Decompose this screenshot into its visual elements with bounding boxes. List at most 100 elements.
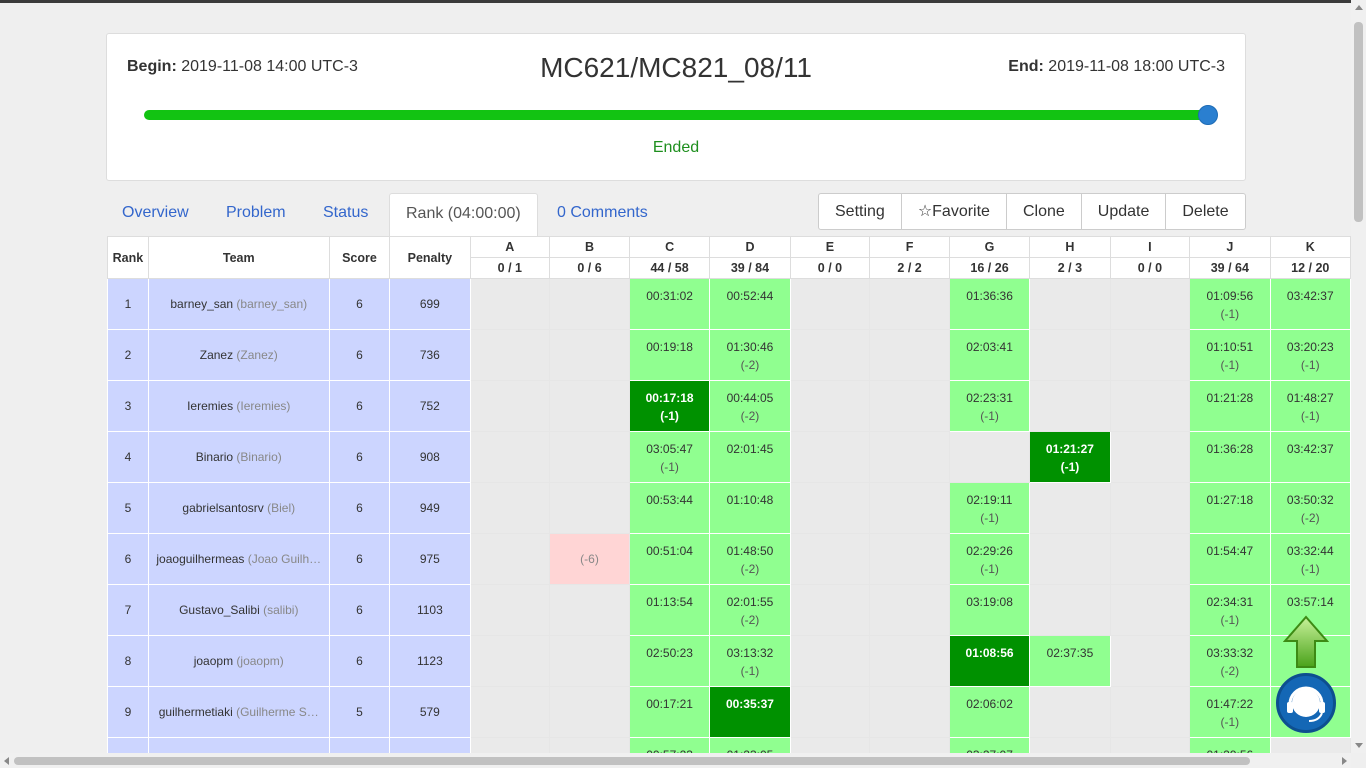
problem-cell-b xyxy=(549,635,630,687)
team-nickname: (Zanez) xyxy=(236,348,278,362)
score-cell: 6 xyxy=(328,431,391,483)
problem-cell-f xyxy=(869,482,950,534)
solve-time: 02:19:11 xyxy=(966,493,1013,507)
problem-cell-i xyxy=(1109,584,1191,636)
rank-table-container[interactable]: Rank Team Score Penalty A B C D E F G H I J K 0 / 10 / … xyxy=(107,236,1351,756)
team-cell[interactable]: guilhermetiaki (Guilherme S… xyxy=(147,686,330,738)
solve-time: 01:09:56 xyxy=(1206,289,1254,303)
progress-slider-handle[interactable] xyxy=(1198,105,1218,125)
problem-cell-c: 02:50:23 xyxy=(628,635,711,687)
problem-header-b[interactable]: B xyxy=(549,236,630,258)
solve-time: 03:32:44 xyxy=(1286,544,1334,558)
problem-cell-b xyxy=(549,329,630,381)
problem-cell-b xyxy=(549,482,630,534)
score-cell: 6 xyxy=(328,380,391,432)
problem-header-f[interactable]: F xyxy=(869,236,950,258)
team-cell[interactable]: Gustavo_Salibi (salibi) xyxy=(147,584,330,636)
problem-header-h[interactable]: H xyxy=(1029,236,1111,258)
solve-time: 00:17:21 xyxy=(646,697,693,711)
team-cell[interactable]: Zanez (Zanez) xyxy=(147,329,330,381)
problem-header-d[interactable]: D xyxy=(709,236,791,258)
horizontal-scroll-thumb[interactable] xyxy=(14,757,1250,765)
problem-header-g[interactable]: G xyxy=(948,236,1031,258)
vertical-scrollbar[interactable] xyxy=(1351,0,1366,753)
tries-count: (-1) xyxy=(1300,562,1320,576)
rank-cell: 7 xyxy=(107,584,149,636)
tries-count: (-1) xyxy=(980,511,999,525)
table-row: 8 joaopm (joaopm) 6 1123 02:50:23 03:13:32 (-1… xyxy=(107,635,1351,687)
problem-cell-i xyxy=(1109,380,1191,432)
problem-header-c[interactable]: C xyxy=(628,236,711,258)
problem-cell-a xyxy=(469,635,551,687)
score-cell: 6 xyxy=(328,533,391,585)
problem-cell-j: 01:27:18 xyxy=(1189,482,1271,534)
tab-problem[interactable]: Problem xyxy=(226,193,286,236)
score-cell: 6 xyxy=(328,278,391,330)
header-penalty: Penalty xyxy=(389,236,471,279)
problem-cell-b xyxy=(549,431,630,483)
solve-time: 02:23:31 xyxy=(966,391,1013,405)
team-cell[interactable]: gabrielsantosrv (Biel) xyxy=(147,482,330,534)
scroll-up-arrow-icon[interactable] xyxy=(1355,5,1363,10)
favorite-button[interactable]: ☆Favorite xyxy=(902,194,1007,229)
scroll-left-arrow-icon[interactable] xyxy=(4,757,9,765)
team-cell[interactable]: Ieremies (Ieremies) xyxy=(147,380,330,432)
solve-time: 03:33:32 xyxy=(1206,646,1254,660)
team-cell[interactable]: barney_san (barney_san) xyxy=(147,278,330,330)
scroll-down-arrow-icon[interactable] xyxy=(1355,743,1363,748)
contest-header: Begin: 2019-11-08 14:00 UTC-3 MC621/MC82… xyxy=(106,33,1246,181)
problem-cell-d: 01:48:50 (-2) xyxy=(709,533,791,585)
problem-header-j[interactable]: J xyxy=(1189,236,1271,258)
scroll-right-arrow-icon[interactable] xyxy=(1342,757,1347,765)
problem-cell-j: 03:33:32 (-2) xyxy=(1189,635,1271,687)
end-time: End: 2019-11-08 18:00 UTC-3 xyxy=(1008,58,1225,75)
problem-header-k[interactable]: K xyxy=(1269,236,1351,258)
update-button[interactable]: Update xyxy=(1082,194,1167,229)
tab-rank[interactable]: Rank (04:00:00) xyxy=(389,193,538,236)
rank-cell: 9 xyxy=(107,686,149,738)
up-arrow-icon[interactable] xyxy=(1282,615,1330,669)
team-cell[interactable]: Binario (Binario) xyxy=(147,431,330,483)
problem-cell-d: 00:44:05 (-2) xyxy=(709,380,791,432)
problem-header-a[interactable]: A xyxy=(469,236,551,258)
score-cell: 5 xyxy=(328,686,391,738)
score-cell: 6 xyxy=(328,584,391,636)
problem-cell-h: 02:37:35 xyxy=(1029,635,1111,687)
tab-overview[interactable]: Overview xyxy=(122,193,189,236)
problem-cell-i xyxy=(1109,635,1191,687)
penalty-cell: 908 xyxy=(389,431,471,483)
solve-time: 03:13:32 xyxy=(726,646,774,660)
problem-header-i[interactable]: I xyxy=(1109,236,1191,258)
solve-time: 00:35:37 xyxy=(725,697,774,711)
delete-button[interactable]: Delete xyxy=(1166,194,1244,229)
problem-cell-f xyxy=(869,635,950,687)
problem-cell-a xyxy=(469,533,551,585)
tab-status[interactable]: Status xyxy=(323,193,368,236)
setting-button[interactable]: Setting xyxy=(819,194,902,229)
clone-button[interactable]: Clone xyxy=(1007,194,1082,229)
vertical-scroll-thumb[interactable] xyxy=(1354,22,1363,222)
problem-stat-g: 16 / 26 xyxy=(948,257,1031,279)
problem-header-e[interactable]: E xyxy=(789,236,871,258)
problem-cell-e xyxy=(789,380,871,432)
problem-cell-e xyxy=(789,686,871,738)
solve-time: 01:10:51 xyxy=(1206,340,1254,354)
headset-icon[interactable] xyxy=(1276,673,1336,733)
team-cell[interactable]: joaoguilhermeas (Joao Guilh… xyxy=(147,533,330,585)
tries-count: (-2) xyxy=(1300,511,1320,525)
team-nickname: (Biel) xyxy=(267,501,296,515)
header-rank: Rank xyxy=(107,236,149,279)
horizontal-scrollbar[interactable] xyxy=(0,753,1351,768)
solve-time: 01:48:50 xyxy=(726,544,774,558)
problem-cell-g: 02:23:31 (-1) xyxy=(948,380,1031,432)
rank-cell: 6 xyxy=(107,533,149,585)
problem-cell-c: 01:13:54 xyxy=(628,584,711,636)
rank-cell: 2 xyxy=(107,329,149,381)
problem-cell-a xyxy=(469,431,551,483)
problem-cell-g: 03:19:08 xyxy=(948,584,1031,636)
tab-comments[interactable]: 0 Comments xyxy=(557,193,648,236)
team-cell[interactable]: joaopm (joaopm) xyxy=(147,635,330,687)
tries-count: (-1) xyxy=(1300,358,1320,372)
problem-cell-j: 01:21:28 xyxy=(1189,380,1271,432)
penalty-cell: 1123 xyxy=(389,635,471,687)
